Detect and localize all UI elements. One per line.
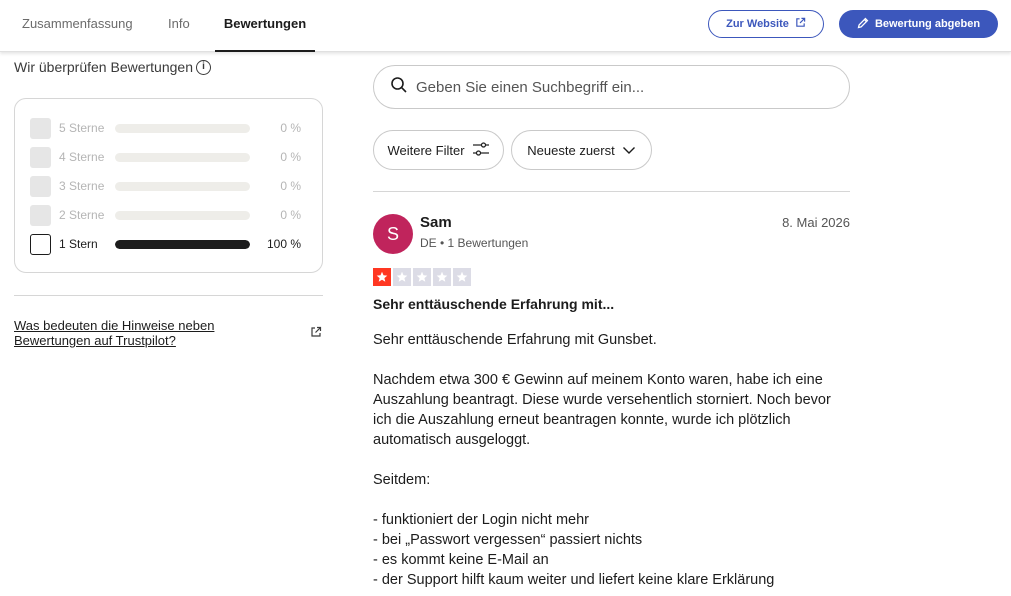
reviews-divider (373, 191, 850, 192)
rating-filter-1-star[interactable]: 1 Stern 100 % (30, 233, 310, 255)
review-body: Sehr enttäuschende Erfahrung mit Gunsbet… (373, 330, 853, 590)
review-list-item: - bei „Passwort vergessen“ passiert nich… (373, 532, 643, 548)
write-review-label: Bewertung abgeben (874, 18, 981, 30)
star-icon (433, 268, 451, 286)
sidebar-divider (14, 295, 323, 296)
rating-bar-fill (115, 239, 250, 249)
review-list-item: - es kommt keine E-Mail an (373, 552, 549, 568)
visit-website-button[interactable]: Zur Website (708, 10, 824, 38)
review-paragraph: Sehr enttäuschende Erfahrung mit Gunsbet… (373, 332, 657, 348)
search-icon (390, 76, 408, 99)
top-navigation: Zusammenfassung Info Bewertungen Zur Web… (0, 0, 1011, 52)
rating-filter-4-stars[interactable]: 4 Sterne 0 % (30, 146, 310, 168)
star-icon (373, 268, 391, 286)
rating-label: 2 Sterne (59, 208, 105, 222)
rating-percent: 0 % (280, 150, 301, 164)
tab-bewertungen[interactable]: Bewertungen (215, 0, 315, 52)
rating-percent: 0 % (280, 121, 301, 135)
hint-link-line2: Bewertungen auf Trustpilot? (14, 333, 176, 348)
rating-checkbox[interactable] (30, 233, 51, 255)
rating-bar (115, 239, 250, 249)
verification-text: Wir überprüfen Bewertungen (14, 59, 193, 75)
reviewer-meta: DE • 1 Bewertungen (420, 236, 529, 250)
write-review-button[interactable]: Bewertung abgeben (839, 10, 998, 38)
rating-bar (115, 123, 250, 133)
external-link-icon[interactable] (310, 325, 322, 343)
rating-label: 3 Sterne (59, 179, 105, 193)
trustpilot-hints-link[interactable]: Was bedeuten die Hinweise neben Bewertun… (14, 318, 264, 348)
pencil-icon (857, 17, 869, 32)
rating-percent: 0 % (280, 208, 301, 222)
review-verification-note: Wir überprüfen Bewertungen i (14, 59, 211, 75)
star-rating (373, 268, 471, 286)
rating-checkbox[interactable] (30, 146, 51, 168)
rating-bar (115, 152, 250, 162)
avatar[interactable]: S (373, 214, 413, 254)
sort-dropdown[interactable]: Neueste zuerst (511, 130, 652, 170)
hint-link-line1: Was bedeuten die Hinweise neben (14, 318, 215, 333)
tab-info[interactable]: Info (168, 0, 190, 52)
rating-bar (115, 181, 250, 191)
star-icon (393, 268, 411, 286)
more-filters-button[interactable]: Weitere Filter (373, 130, 504, 170)
reviewer-name[interactable]: Sam (420, 214, 452, 231)
review-list-item: - funktioniert der Login nicht mehr (373, 512, 589, 528)
rating-checkbox[interactable] (30, 117, 51, 139)
rating-filter-5-stars[interactable]: 5 Sterne 0 % (30, 117, 310, 139)
rating-percent: 100 % (266, 237, 301, 251)
external-link-icon (795, 17, 806, 31)
rating-checkbox[interactable] (30, 175, 51, 197)
review-paragraph: Nachdem etwa 300 € Gewinn auf meinem Kon… (373, 372, 831, 448)
filter-sliders-icon (472, 141, 490, 160)
info-icon[interactable]: i (196, 59, 211, 75)
visit-website-label: Zur Website (726, 18, 789, 30)
review-list-item: - der Support hilft kaum weiter und lief… (373, 572, 775, 588)
review-title[interactable]: Sehr enttäuschende Erfahrung mit... (373, 296, 614, 312)
chevron-down-icon (622, 143, 636, 158)
review-paragraph: Seitdem: (373, 472, 431, 488)
star-icon (413, 268, 431, 286)
rating-filter-3-stars[interactable]: 3 Sterne 0 % (30, 175, 310, 197)
tab-zusammenfassung[interactable]: Zusammenfassung (22, 0, 133, 52)
star-icon (453, 268, 471, 286)
sort-label: Neueste zuerst (527, 142, 615, 158)
rating-label: 4 Sterne (59, 150, 105, 164)
rating-label: 1 Stern (59, 237, 98, 251)
search-input[interactable] (416, 78, 816, 96)
rating-percent: 0 % (280, 179, 301, 193)
rating-filter-2-stars[interactable]: 2 Sterne 0 % (30, 204, 310, 226)
rating-bar (115, 210, 250, 220)
search-bar (373, 65, 850, 109)
review-date: 8. Mai 2026 (782, 215, 850, 230)
rating-checkbox[interactable] (30, 204, 51, 226)
more-filters-label: Weitere Filter (387, 142, 465, 158)
rating-distribution-card: 5 Sterne 0 % 4 Sterne 0 % 3 Sterne 0 % 2… (14, 98, 323, 273)
rating-label: 5 Sterne (59, 121, 105, 135)
